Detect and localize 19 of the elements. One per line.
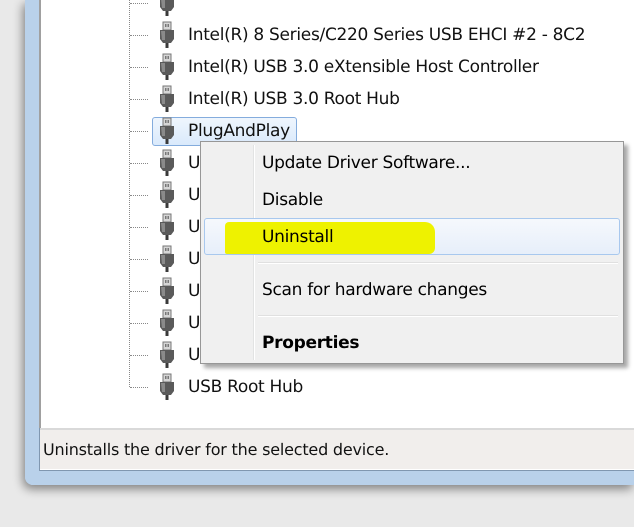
- menu-item[interactable]: Uninstall: [204, 218, 620, 255]
- tree-item[interactable]: USB Root Hub: [152, 372, 310, 402]
- usb-plug-icon: [159, 149, 175, 177]
- tree-item[interactable]: PlugAndPlay: [152, 116, 297, 146]
- tree-item[interactable]: Intel(R) USB 3.0 eXtensible Host Controller: [152, 52, 546, 82]
- usb-plug-icon: [159, 117, 175, 145]
- usb-plug-icon: [159, 53, 175, 81]
- usb-plug-icon: [159, 213, 175, 241]
- tree-item[interactable]: Intel(R) USB 3.0 Root Hub: [152, 84, 407, 114]
- tree-item[interactable]: Intel(R) 8 Series/C220 Series USB EHCI #2 - 8C2: [152, 20, 592, 50]
- usb-plug-icon: [159, 21, 175, 49]
- usb-plug-icon: [159, 373, 175, 401]
- usb-plug-icon: [159, 245, 175, 273]
- usb-plug-icon: [159, 181, 175, 209]
- usb-plug-icon: [159, 85, 175, 113]
- usb-plug-icon: [159, 277, 175, 305]
- usb-plug-icon: [159, 341, 175, 369]
- usb-plug-icon: [159, 309, 175, 337]
- status-text: Uninstalls the driver for the selected device.: [43, 440, 390, 459]
